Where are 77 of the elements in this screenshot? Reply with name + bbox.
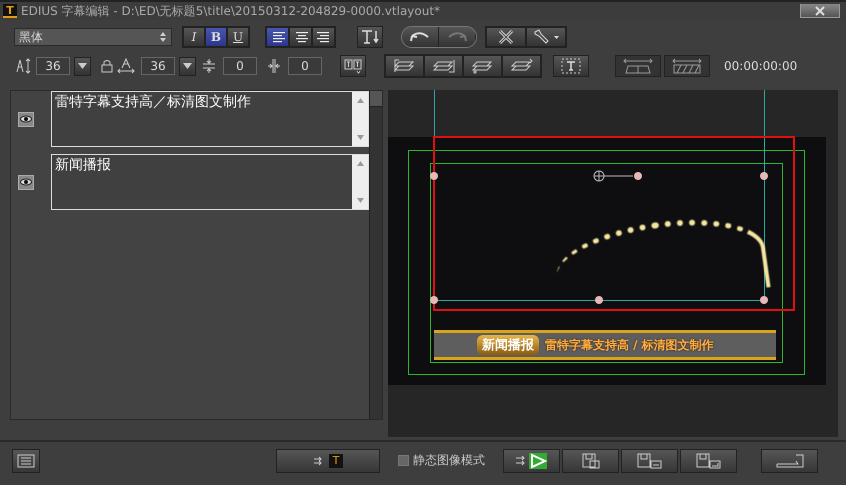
cross-icon — [497, 29, 515, 45]
timecode: 00:00:00:00 — [724, 59, 798, 73]
hatched-bar-icon — [671, 58, 703, 74]
align-right-icon — [316, 31, 330, 43]
text-input-field[interactable]: 新闻播报 — [51, 154, 369, 210]
exit-button[interactable] — [761, 448, 818, 472]
apply-button[interactable] — [503, 448, 560, 472]
layer-order-button[interactable] — [385, 55, 424, 77]
align-left-icon — [270, 31, 284, 43]
save-as-button[interactable] — [621, 448, 678, 472]
close-icon — [813, 6, 827, 16]
text-bounds-button[interactable] — [553, 55, 589, 77]
font-width-field[interactable]: 36 — [141, 57, 175, 75]
arrow-play-icon — [514, 452, 548, 468]
align-center-button[interactable] — [289, 27, 312, 47]
align-center-icon — [294, 31, 308, 43]
exit-tray-icon — [776, 454, 804, 468]
save-button[interactable] — [562, 448, 619, 472]
caption-text: 雷特字幕支持高 / 标清图文制作 — [545, 336, 714, 354]
save-close-button[interactable] — [680, 448, 737, 472]
text-input-field[interactable]: 雷特字幕支持高／标清图文制作 — [51, 91, 369, 147]
save-exit-icon — [696, 452, 722, 468]
caret-icon — [78, 63, 87, 69]
layers-icon — [432, 58, 456, 74]
dotted-frame-icon — [560, 58, 582, 74]
caption-badge: 新闻播报 — [477, 335, 539, 355]
spinner-arrows-icon — [159, 31, 167, 43]
font-dropdown[interactable]: 黑体 — [14, 28, 172, 46]
undo-icon — [409, 31, 431, 43]
text-boxes-icon — [344, 58, 362, 74]
char-spacing-field[interactable]: 0 — [288, 57, 322, 75]
t-arrow-icon — [361, 29, 379, 45]
text-direction-button[interactable] — [357, 26, 383, 48]
list-button[interactable] — [12, 448, 40, 472]
underline-button[interactable]: U — [227, 27, 249, 47]
font-size-icon — [16, 58, 32, 74]
line-spacing-field[interactable]: 0 — [223, 57, 257, 75]
width-arrow-icon — [622, 58, 654, 74]
dropdown-button[interactable] — [179, 56, 196, 76]
visibility-toggle[interactable] — [18, 112, 34, 126]
layer-order-button[interactable] — [424, 55, 463, 77]
lock-icon — [101, 59, 113, 73]
save-window-icon — [636, 452, 662, 468]
dropdown-button[interactable] — [74, 56, 91, 76]
text-frame-button[interactable] — [340, 55, 366, 77]
scrollbar[interactable] — [369, 91, 382, 419]
layers-icon — [392, 58, 416, 74]
font-width-icon — [117, 58, 135, 74]
list-icon — [17, 454, 35, 468]
app-logo: T — [3, 4, 17, 18]
eye-icon — [20, 115, 32, 123]
redo-icon — [446, 31, 468, 43]
wrench-icon — [532, 29, 560, 45]
bold-button[interactable]: B — [205, 27, 227, 47]
layer-order-button[interactable] — [463, 55, 502, 77]
caret-icon — [183, 63, 192, 69]
save-icon — [582, 452, 600, 468]
export-text-button[interactable]: T — [276, 448, 380, 472]
font-size-field[interactable]: 36 — [36, 57, 70, 75]
align-left-button[interactable] — [266, 27, 289, 47]
delete-button[interactable] — [486, 27, 526, 47]
tools-dropdown-button[interactable] — [526, 27, 566, 47]
align-right-button[interactable] — [312, 27, 335, 47]
eye-icon — [20, 178, 32, 186]
char-spacing-icon — [267, 58, 281, 74]
visibility-toggle[interactable] — [18, 174, 34, 190]
close-button[interactable] — [800, 4, 840, 18]
undo-button[interactable] — [402, 27, 439, 47]
safe-area-button[interactable] — [615, 55, 661, 77]
text-logo: T — [329, 454, 343, 468]
double-arrow-icon — [313, 456, 323, 466]
layer-order-button[interactable] — [502, 55, 541, 77]
still-image-checkbox[interactable]: 静态图像模式 — [398, 452, 485, 469]
hatch-fill-button[interactable] — [664, 55, 710, 77]
italic-button[interactable]: I — [183, 27, 205, 47]
window-title: EDIUS 字幕编辑 - D:\ED\无标题5\title\20150312-204829-0000.vtlayout* — [21, 2, 440, 20]
line-spacing-icon — [202, 58, 216, 74]
